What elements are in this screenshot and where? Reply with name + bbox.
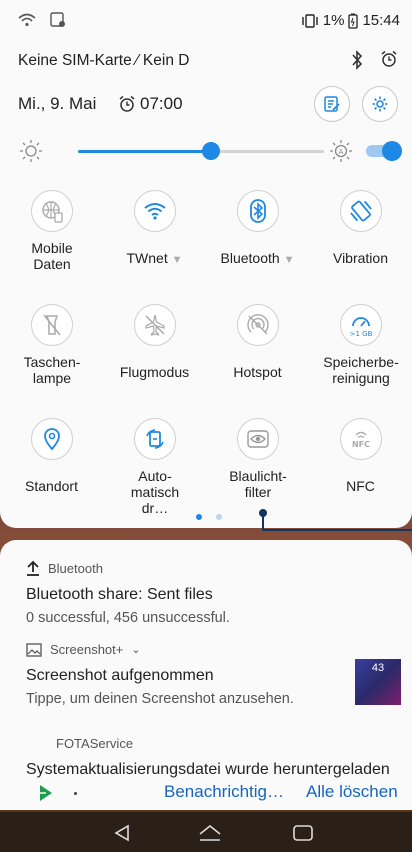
tile-label: NFC [346, 478, 375, 494]
globe-mobile-data-icon [30, 190, 73, 232]
notification-bluetooth[interactable]: Bluetooth Bluetooth share: Sent files 0 … [26, 560, 386, 627]
tile-label: Blaulicht-filter [229, 468, 287, 500]
tile-bluelight-filter[interactable]: Blaulicht-filter [206, 418, 309, 500]
notification-actions: Benachrichtig… Alle löschen [0, 780, 412, 808]
back-icon[interactable] [114, 824, 130, 842]
page-indicator [196, 514, 222, 520]
notification-title: Screenshot aufgenommen [26, 667, 214, 684]
date-row: Mi., 9. Mai 07:00 [18, 86, 398, 122]
tile-label: Hotspot [233, 364, 282, 380]
tile-memory-boost[interactable]: >1 GB Speicherbe-reinigung [309, 304, 412, 386]
screenshot-status-icon [50, 12, 66, 28]
screenshot-thumbnail[interactable]: 43 [355, 659, 401, 705]
notification-app-name: Bluetooth [48, 560, 103, 576]
tile-label: TWnet [126, 250, 168, 266]
airplane-icon [133, 304, 176, 346]
dropdown-arrow-icon[interactable]: ▼ [284, 254, 295, 266]
alarm-clock-icon [118, 95, 136, 113]
brightness-low-icon [18, 138, 44, 164]
notification-title: Systemaktualisierungsdatei wurde herunte… [26, 761, 390, 778]
tile-label: Taschen-lampe [23, 354, 81, 386]
nfc-icon: NFC [339, 418, 382, 460]
vibration-icon [339, 190, 382, 232]
wifi-icon [133, 190, 176, 232]
brightness-row: A [18, 136, 402, 166]
tile-vibration[interactable]: Vibration [309, 190, 412, 266]
alarm-status-icon [380, 50, 398, 70]
auto-rotate-icon [133, 418, 176, 460]
status-bar: 1% 15:44 [0, 0, 412, 40]
notification-body: Tippe, um deinen Screenshot anzusehen. [26, 691, 294, 707]
carrier-row: Keine SIM-Karte ⁄ Kein D [18, 50, 398, 74]
tile-label: Standort [25, 478, 78, 494]
navigation-bar [0, 812, 412, 852]
hotspot-icon [236, 304, 279, 346]
upload-icon [26, 560, 40, 576]
gear-icon [371, 95, 389, 113]
notification-app-name: FOTAService [56, 736, 134, 751]
tile-label: Flugmodus [119, 364, 190, 380]
memory-boost-icon: >1 GB [339, 304, 382, 346]
settings-button[interactable] [362, 86, 398, 122]
edit-icon [323, 95, 341, 113]
notification-fota[interactable]: FOTAService Systemaktualisierungsdatei w… [26, 736, 390, 779]
expand-chevron-icon[interactable]: ⌄ [131, 643, 140, 656]
memory-badge: >1 GB [349, 330, 372, 338]
auto-brightness-icon: A [328, 138, 354, 164]
wifi-status-icon [18, 13, 36, 27]
auto-brightness-toggle[interactable] [366, 141, 402, 161]
page-dot [216, 514, 222, 520]
location-icon [30, 418, 73, 460]
notification-settings-button[interactable]: Benachrichtig… [164, 782, 284, 802]
page-dot-active [196, 514, 202, 520]
date-text: Mi., 9. Mai [18, 94, 97, 113]
tile-nfc[interactable]: NFC NFC [309, 418, 412, 494]
tile-wifi[interactable]: TWnet ▼ [103, 190, 206, 268]
notification-screenshot[interactable]: Screenshot+ ⌄ Screenshot aufgenommen Tip… [26, 642, 386, 707]
tile-location[interactable]: Standort [0, 418, 103, 494]
svg-text:A: A [339, 148, 344, 156]
edit-tiles-button[interactable] [314, 86, 350, 122]
bluelight-filter-icon [236, 418, 279, 460]
tile-label: Speicherbe-reinigung [323, 354, 399, 386]
vibrate-status-icon [301, 13, 319, 28]
tile-auto-rotate[interactable]: Auto-matisch dr… [103, 418, 206, 516]
tile-hotspot[interactable]: Hotspot [206, 304, 309, 380]
carrier-text: Keine SIM-Karte ⁄ Kein D [18, 52, 190, 69]
notification-body: 0 successful, 456 unsuccessful. [26, 610, 230, 626]
play-store-icon [38, 784, 54, 802]
battery-icon [348, 13, 359, 29]
bluetooth-status-icon [350, 50, 364, 70]
notification-panel: Bluetooth Bluetooth share: Sent files 0 … [0, 540, 412, 810]
tile-bluetooth[interactable]: Bluetooth ▼ [206, 190, 309, 268]
bluetooth-icon [236, 190, 279, 232]
tile-label: Vibration [332, 250, 388, 266]
quick-settings-panel: 1% 15:44 Keine SIM-Karte ⁄ Kein D Mi., 9… [0, 0, 412, 528]
alarm-time: 07:00 [140, 94, 183, 113]
tile-label: Mobile Daten [31, 240, 73, 272]
thumbnail-clock-text: 43 [371, 662, 385, 674]
recents-icon[interactable] [292, 824, 314, 842]
flashlight-icon [30, 304, 73, 346]
annotation-pointer [259, 509, 412, 531]
tile-label: Bluetooth [220, 250, 280, 266]
clear-all-button[interactable]: Alle löschen [306, 782, 398, 802]
tile-airplane-mode[interactable]: Flugmodus [103, 304, 206, 380]
clock: 15:44 [362, 12, 400, 29]
separator-dot [74, 792, 77, 795]
nfc-badge: NFC [351, 440, 369, 449]
tile-label: Auto-matisch dr… [130, 468, 180, 516]
brightness-slider-thumb[interactable] [201, 142, 220, 160]
notification-app-name: Screenshot+ [50, 642, 124, 657]
tile-flashlight[interactable]: Taschen-lampe [0, 304, 103, 386]
brightness-slider[interactable] [78, 142, 324, 160]
dropdown-arrow-icon[interactable]: ▼ [172, 254, 183, 266]
next-alarm[interactable]: 07:00 [118, 94, 183, 114]
image-icon [26, 642, 42, 657]
tile-mobile-data[interactable]: Mobile Daten [0, 190, 103, 272]
home-icon[interactable] [198, 824, 222, 842]
brightness-slider-fill [78, 150, 211, 153]
battery-percent: 1% [322, 12, 345, 29]
notification-title: Bluetooth share: Sent files [26, 586, 213, 603]
